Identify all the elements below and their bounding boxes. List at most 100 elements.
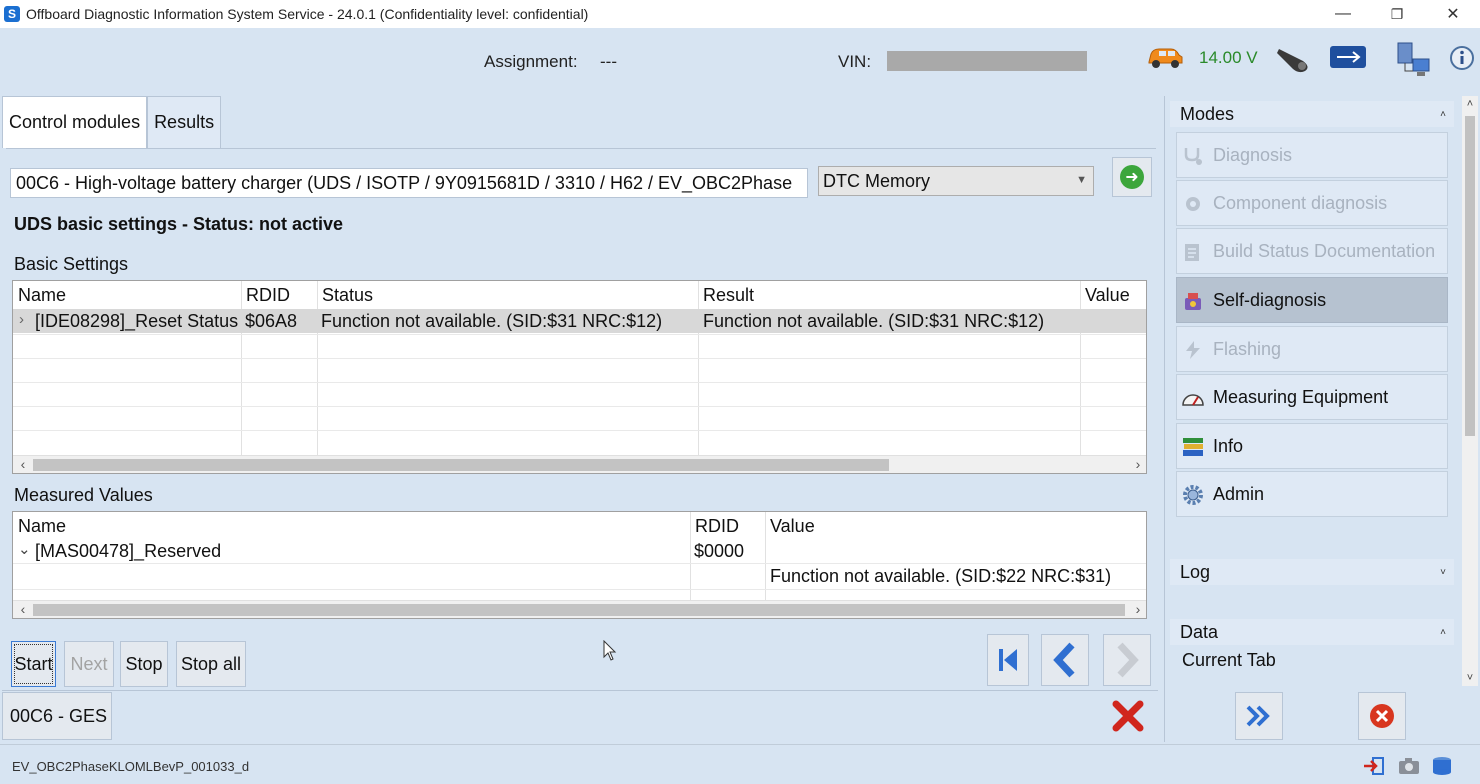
mode-info[interactable]: Info	[1176, 423, 1448, 469]
column-header-rdid[interactable]: RDID	[695, 516, 739, 537]
scroll-thumb[interactable]	[33, 604, 1125, 616]
column-header-name[interactable]: Name	[18, 285, 66, 306]
setting-rdid-cell: $06A8	[245, 311, 298, 331]
collapse-arrow-icon[interactable]: ⌄	[18, 540, 31, 558]
close-window-button[interactable]: ✕	[1430, 0, 1476, 28]
arrow-right-icon	[1117, 642, 1139, 678]
skip-first-icon	[999, 649, 1017, 671]
main-tabs: Control modules Results	[2, 96, 222, 148]
restore-button[interactable]: ❐	[1374, 0, 1420, 28]
setting-result-cell: Function not available. (SID:$31 NRC:$12…	[703, 311, 1045, 331]
vin-value-field	[887, 51, 1087, 71]
usb-icon[interactable]	[1328, 44, 1368, 70]
scroll-right-icon[interactable]: ›	[1130, 456, 1146, 472]
previous-button[interactable]	[1041, 634, 1089, 686]
mouse-cursor-icon	[603, 640, 617, 661]
arrow-right-icon: ➜	[1120, 165, 1144, 189]
stop-button[interactable]: Stop	[120, 641, 168, 687]
diagnostic-mode-value: DTC Memory	[823, 170, 930, 191]
mode-label: Info	[1213, 435, 1244, 456]
modes-header[interactable]: Modes ˄	[1170, 101, 1454, 127]
mode-flashing[interactable]: Flashing	[1176, 326, 1448, 372]
column-header-name[interactable]: Name	[18, 516, 66, 537]
scroll-down-icon[interactable]: ˅	[1462, 672, 1478, 684]
start-button[interactable]: Start	[11, 641, 56, 687]
go-button[interactable]: ➜	[1112, 157, 1152, 197]
column-header-status[interactable]: Status	[322, 285, 373, 306]
mode-label: Admin	[1213, 483, 1265, 504]
car-icon[interactable]	[1144, 42, 1186, 72]
measured-name-cell: [MAS00478]_Reserved	[35, 541, 222, 561]
mode-label: Component diagnosis	[1213, 192, 1388, 213]
log-header[interactable]: Log ˅	[1170, 559, 1454, 585]
self-diagnosis-icon	[1181, 290, 1205, 312]
forward-button[interactable]	[1235, 692, 1283, 740]
mode-measuring-equipment[interactable]: Measuring Equipment	[1176, 374, 1448, 420]
column-header-rdid[interactable]: RDID	[246, 285, 290, 306]
database-icon[interactable]	[1430, 755, 1454, 777]
scroll-left-icon[interactable]: ‹	[15, 601, 31, 617]
measured-values-label: Measured Values	[14, 485, 153, 505]
minimize-button[interactable]: —	[1320, 0, 1366, 28]
mode-build-status-documentation[interactable]: Build Status Documentation	[1176, 228, 1448, 274]
stop-all-button[interactable]: Stop all	[176, 641, 246, 687]
scroll-left-icon[interactable]: ‹	[15, 456, 31, 472]
vci-dongle-icon[interactable]	[1272, 42, 1316, 76]
status-bar: EV_OBC2PhaseKLOMLBevP_001033_d	[0, 744, 1480, 784]
modes-header-label: Modes	[1180, 103, 1235, 124]
column-header-result[interactable]: Result	[703, 285, 754, 306]
stethoscope-icon	[1181, 145, 1205, 167]
data-header[interactable]: Data ˄	[1170, 619, 1454, 645]
mode-component-diagnosis[interactable]: Component diagnosis	[1176, 180, 1448, 226]
ecu-description-field: 00C6 - High-voltage battery charger (UDS…	[10, 168, 808, 198]
mode-label: Flashing	[1213, 338, 1282, 359]
status-bar-text: EV_OBC2PhaseKLOMLBevP_001033_d	[12, 759, 250, 774]
measured-values-hscrollbar[interactable]: ‹ ›	[13, 600, 1146, 618]
mode-self-diagnosis[interactable]: Self-diagnosis	[1176, 277, 1448, 323]
cancel-button[interactable]	[1358, 692, 1406, 740]
setting-name-cell: [IDE08298]_Reset Status	[35, 311, 239, 331]
collapse-icon[interactable]: ˄	[1440, 109, 1446, 120]
basic-settings-hscrollbar[interactable]: ‹ ›	[13, 455, 1146, 473]
flashing-icon	[1181, 339, 1205, 361]
window-title: Offboard Diagnostic Information System S…	[26, 6, 589, 22]
right-panel-vscrollbar[interactable]: ˄ ˅	[1462, 96, 1478, 686]
expand-icon[interactable]: ˅	[1440, 567, 1446, 578]
mode-label: Measuring Equipment	[1213, 386, 1389, 407]
info-icon[interactable]	[1448, 44, 1476, 72]
column-header-value[interactable]: Value	[770, 516, 815, 537]
scroll-thumb[interactable]	[33, 459, 889, 471]
exit-icon[interactable]	[1362, 755, 1386, 777]
expand-arrow-icon[interactable]: ›	[19, 311, 24, 328]
column-header-value[interactable]: Value	[1085, 285, 1130, 306]
diagnostic-mode-select[interactable]: DTC Memory ▼	[818, 166, 1094, 196]
mode-label: Diagnosis	[1213, 144, 1293, 165]
camera-icon[interactable]	[1397, 755, 1421, 777]
mode-diagnosis[interactable]: Diagnosis	[1176, 132, 1448, 178]
mode-admin[interactable]: Admin	[1176, 471, 1448, 517]
data-header-label: Data	[1180, 621, 1219, 642]
tab-results[interactable]: Results	[147, 96, 222, 148]
log-header-label: Log	[1180, 561, 1211, 582]
tab-control-modules[interactable]: Control modules	[2, 96, 148, 148]
header-bar: Assignment: --- VIN: 14.00 V	[0, 28, 1480, 94]
module-tab-ges[interactable]: 00C6 - GES	[2, 692, 112, 740]
component-icon	[1181, 193, 1205, 215]
measured-rdid-cell: $0000	[694, 541, 745, 561]
measured-values-table: Name RDID Value ⌄ [MAS00478]_Reserved $0…	[12, 511, 1147, 619]
measured-value-cell: Function not available. (SID:$22 NRC:$31…	[770, 566, 1112, 586]
scroll-up-icon[interactable]: ˄	[1462, 98, 1478, 110]
assignment-label: Assignment:	[484, 52, 578, 71]
collapse-icon[interactable]: ˄	[1440, 627, 1446, 638]
network-icon[interactable]	[1394, 40, 1434, 80]
next-button[interactable]: Next	[64, 641, 114, 687]
double-chevron-right-icon	[1246, 705, 1270, 727]
scroll-thumb[interactable]	[1465, 116, 1475, 436]
next-page-button[interactable]	[1103, 634, 1151, 686]
books-icon	[1181, 436, 1205, 458]
scroll-right-icon[interactable]: ›	[1130, 601, 1146, 617]
first-page-button[interactable]	[987, 634, 1029, 686]
close-module-button[interactable]	[1108, 696, 1148, 736]
mode-label: Self-diagnosis	[1213, 289, 1327, 310]
basic-settings-label: Basic Settings	[14, 254, 129, 274]
